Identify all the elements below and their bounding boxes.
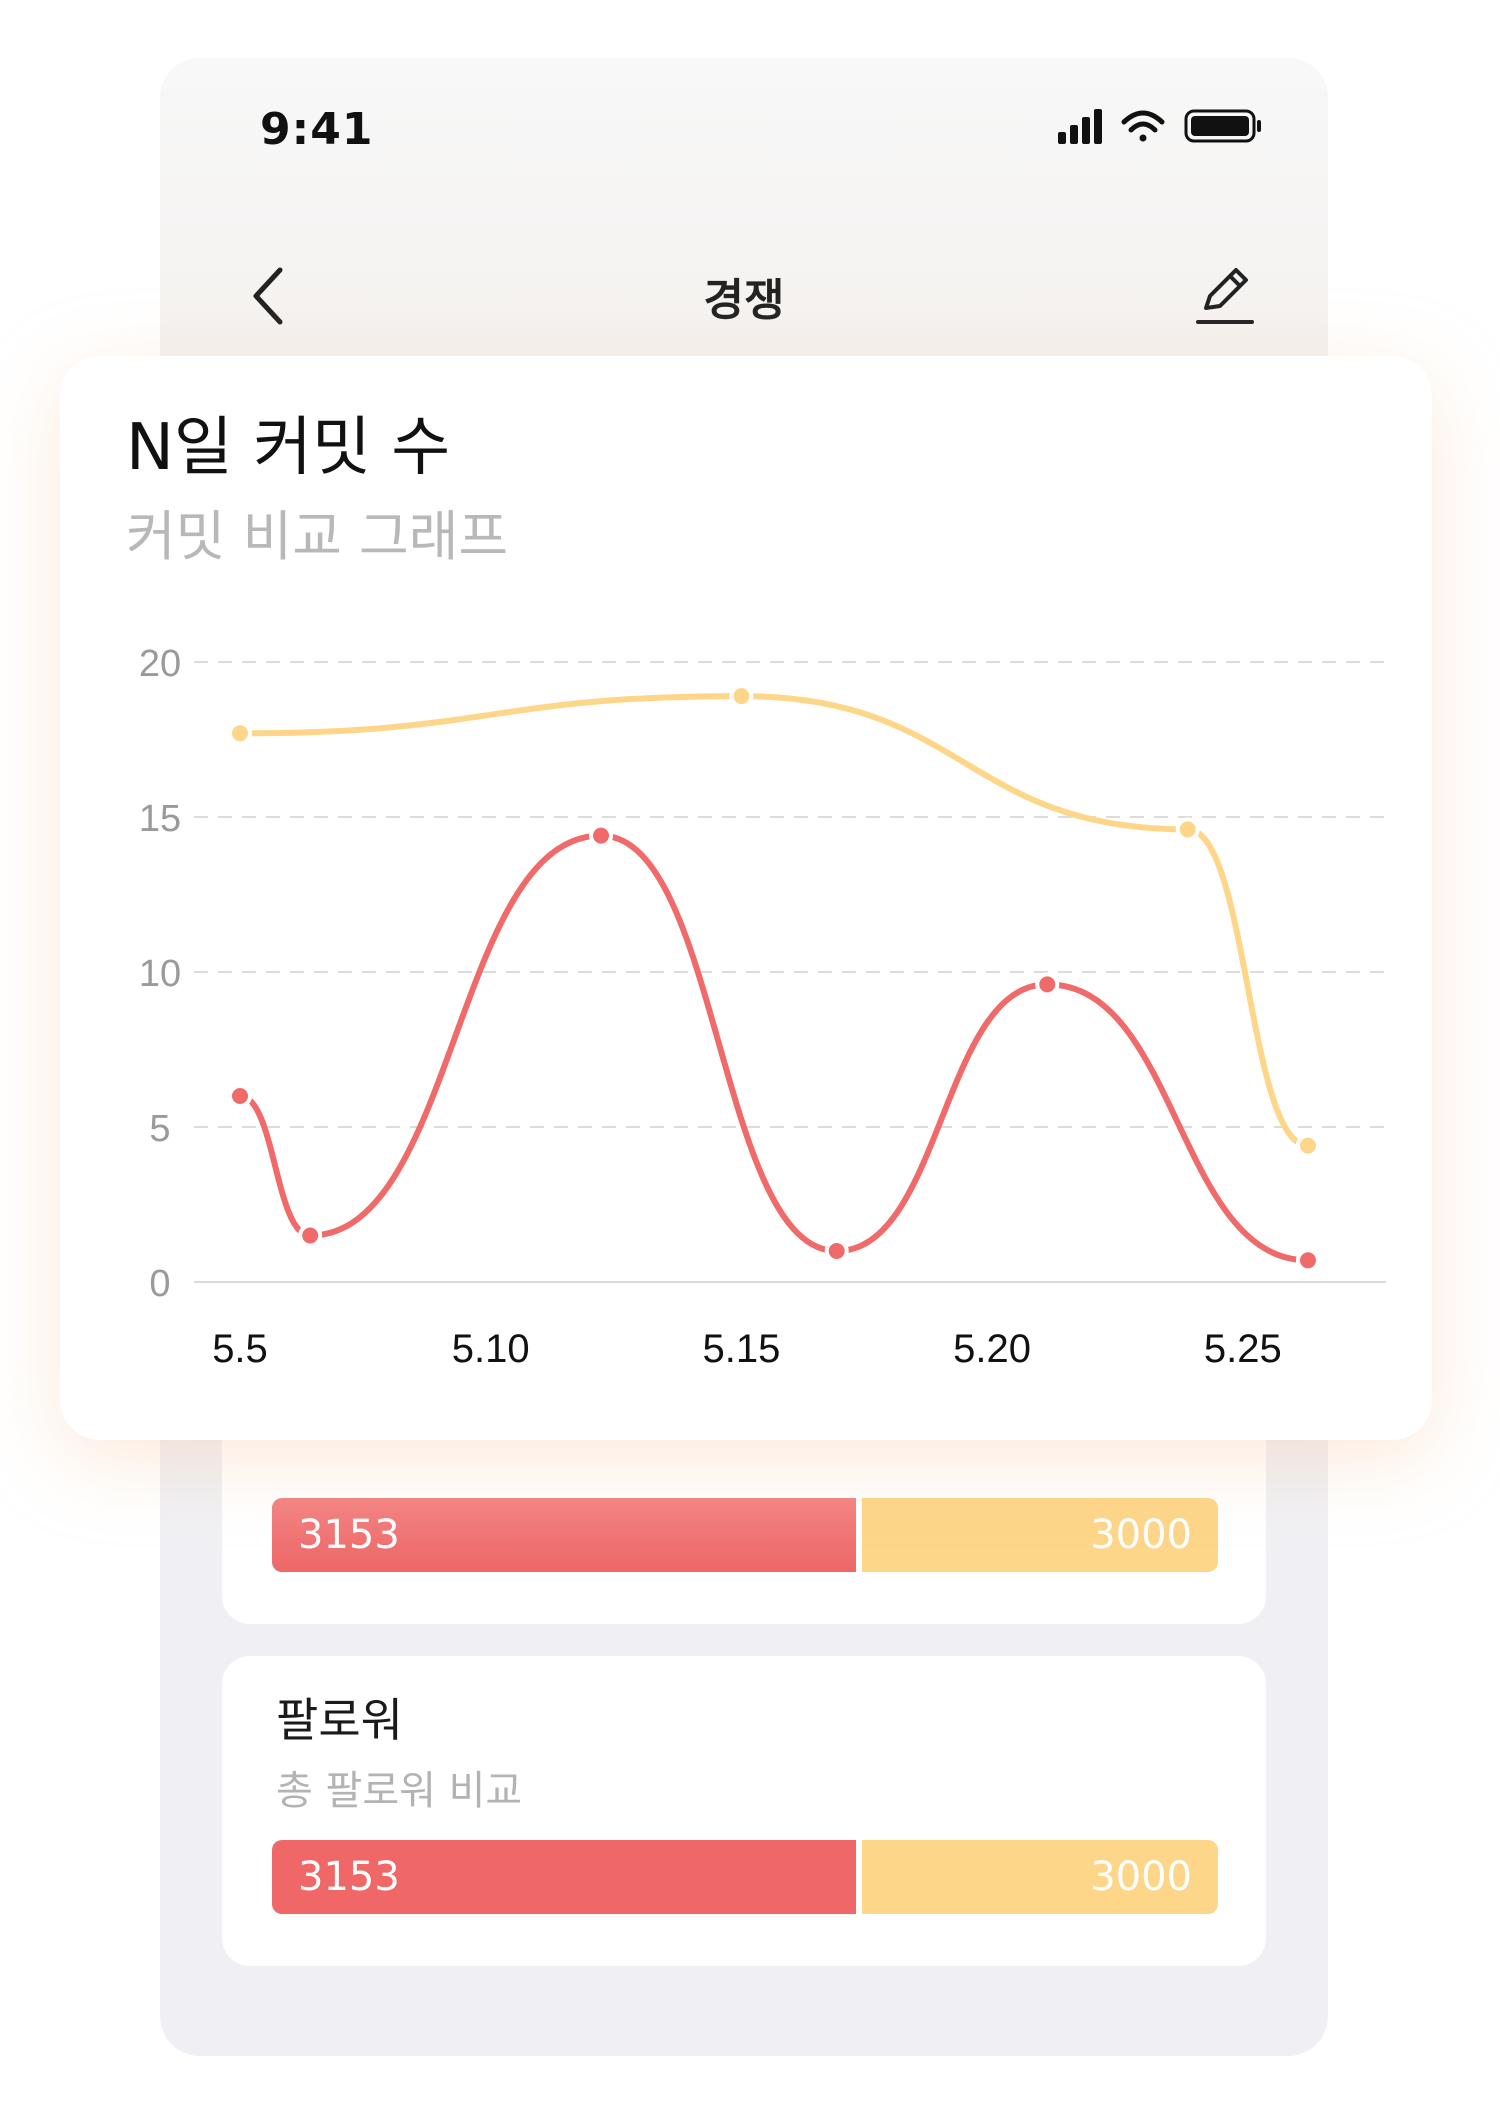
right-value-bar: 3000 xyxy=(862,1840,1218,1914)
header-area: 9:41 경쟁 xyxy=(160,58,1328,378)
data-point xyxy=(298,1223,323,1248)
data-point xyxy=(228,721,252,746)
follower-card: 팔로워 총 팔로워 비교 3153 3000 xyxy=(222,1656,1266,1966)
cellular-signal-icon xyxy=(1058,109,1102,144)
battery-icon xyxy=(1184,109,1261,143)
data-point xyxy=(228,1084,252,1108)
page-title: 경쟁 xyxy=(703,275,785,326)
data-point xyxy=(1296,1133,1320,1158)
chart-card: N일 커밋 수 커밋 비교 그래프 0 5 10 15 20 5.5 5.10 5.15 5.2… xyxy=(60,356,1432,1440)
line-chart: 0 5 10 15 20 5.5 5.10 5.15 5.20 5.25 xyxy=(139,643,1386,1371)
data-point xyxy=(1175,817,1200,842)
x-tick-label: 5.15 xyxy=(702,1327,780,1371)
wifi-icon xyxy=(1121,110,1165,142)
data-point xyxy=(729,684,754,709)
y-tick-label: 10 xyxy=(139,953,181,995)
x-tick-label: 5.10 xyxy=(452,1327,530,1371)
left-value-bar: 3153 xyxy=(272,1840,856,1914)
series-line xyxy=(237,693,1311,1149)
data-point xyxy=(824,1239,849,1263)
pencil-icon[interactable] xyxy=(1192,262,1258,328)
x-tick-label: 5.20 xyxy=(953,1327,1031,1371)
status-icons xyxy=(1058,109,1261,144)
x-tick-label: 5.25 xyxy=(1204,1327,1282,1371)
status-time: 9:41 xyxy=(260,104,374,155)
y-tick-label: 5 xyxy=(149,1108,170,1150)
y-tick-label: 0 xyxy=(149,1263,170,1305)
data-point xyxy=(589,823,614,848)
x-tick-label: 5.5 xyxy=(212,1327,268,1371)
y-tick-label: 20 xyxy=(139,643,181,685)
series-line xyxy=(237,832,1311,1264)
left-value-bar: 3153 xyxy=(272,1498,856,1572)
data-point xyxy=(1035,972,1060,997)
card-subtitle: 총 팔로워 비교 xyxy=(276,1768,523,1814)
data-point xyxy=(1296,1248,1320,1273)
right-value-bar: 3000 xyxy=(862,1498,1218,1572)
card-title: 팔로워 xyxy=(276,1693,403,1747)
y-tick-label: 15 xyxy=(139,798,181,840)
